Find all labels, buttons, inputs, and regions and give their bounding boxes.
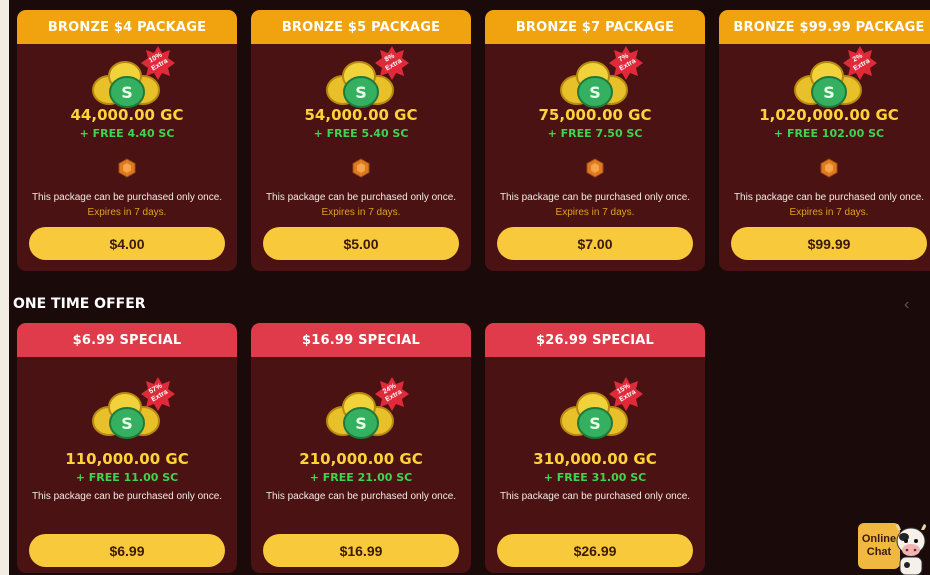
coin-pile-icon: S 24% Extra <box>321 377 409 441</box>
expiry-note: Expires in 7 days. <box>789 207 869 218</box>
package-card: BRONZE $7 PACKAGE S 7% Extra 75,000.00 GC… <box>485 10 705 271</box>
sweeps-coins-bonus: + FREE 5.40 SC <box>313 127 409 140</box>
bronze-packages-row: BRONZE $4 PACKAGE S 10% Extra 44,000.00 G… <box>17 10 930 271</box>
bronze-gem-icon <box>118 158 136 178</box>
gold-coins-amount: 75,000.00 GC <box>538 106 652 124</box>
purchase-limit-note: This package can be purchased only once. <box>265 192 457 203</box>
package-title: BRONZE $4 PACKAGE <box>17 10 237 44</box>
gold-coins-amount: 44,000.00 GC <box>70 106 184 124</box>
gold-coins-amount: 310,000.00 GC <box>533 450 657 468</box>
expiry-note: Expires in 7 days. <box>321 207 401 218</box>
left-edge-strip <box>0 0 9 575</box>
offer-card: $6.99 SPECIAL S 57% Extra 110,000.00 GC +… <box>17 323 237 573</box>
gold-coins-amount: 54,000.00 GC <box>304 106 418 124</box>
svg-text:S: S <box>589 83 601 102</box>
coin-pile-icon: S 8% Extra <box>321 46 409 110</box>
purchase-limit-note: This package can be purchased only once. <box>499 491 691 502</box>
buy-button[interactable]: $26.99 <box>497 534 693 567</box>
coin-pile-icon: S 7% Extra <box>555 46 643 110</box>
online-chat-widget[interactable]: Online Chat <box>858 523 930 575</box>
package-title: BRONZE $99.99 PACKAGE <box>719 10 930 44</box>
cow-mascot-icon <box>896 524 926 575</box>
svg-text:S: S <box>823 83 835 102</box>
chat-label-line2: Chat <box>866 546 892 558</box>
offer-title: $6.99 SPECIAL <box>17 323 237 357</box>
gold-coins-amount: 210,000.00 GC <box>299 450 423 468</box>
chat-label-line1: Online <box>861 533 897 545</box>
buy-button[interactable]: $7.00 <box>497 227 693 260</box>
coin-pile-icon: S 10% Extra <box>87 46 175 110</box>
bronze-gem-icon <box>820 158 838 178</box>
one-time-offer-row: $6.99 SPECIAL S 57% Extra 110,000.00 GC +… <box>17 323 705 573</box>
offer-title: $26.99 SPECIAL <box>485 323 705 357</box>
section-title: ONE TIME OFFER <box>13 296 146 312</box>
buy-button[interactable]: $99.99 <box>731 227 927 260</box>
buy-button[interactable]: $16.99 <box>263 534 459 567</box>
sweeps-coins-bonus: + FREE 11.00 SC <box>75 471 179 484</box>
gold-coins-amount: 110,000.00 GC <box>65 450 189 468</box>
package-title: BRONZE $7 PACKAGE <box>485 10 705 44</box>
svg-text:S: S <box>121 414 133 433</box>
coin-pile-icon: S 2% Extra <box>789 46 877 110</box>
svg-text:S: S <box>589 414 601 433</box>
svg-text:S: S <box>121 83 133 102</box>
offer-card: $16.99 SPECIAL S 24% Extra 210,000.00 GC … <box>251 323 471 573</box>
gold-coins-amount: 1,020,000.00 GC <box>759 106 899 124</box>
svg-text:S: S <box>355 414 367 433</box>
bronze-gem-icon <box>586 158 604 178</box>
package-card: BRONZE $5 PACKAGE S 8% Extra 54,000.00 GC… <box>251 10 471 271</box>
sweeps-coins-bonus: + FREE 4.40 SC <box>79 127 175 140</box>
package-card: BRONZE $4 PACKAGE S 10% Extra 44,000.00 G… <box>17 10 237 271</box>
svg-text:S: S <box>355 83 367 102</box>
purchase-limit-note: This package can be purchased only once. <box>31 491 223 502</box>
coin-pile-icon: S 57% Extra <box>87 377 175 441</box>
package-title: BRONZE $5 PACKAGE <box>251 10 471 44</box>
purchase-limit-note: This package can be purchased only once. <box>265 491 457 502</box>
sweeps-coins-bonus: + FREE 7.50 SC <box>547 127 643 140</box>
sweeps-coins-bonus: + FREE 31.00 SC <box>543 471 647 484</box>
package-card: BRONZE $99.99 PACKAGE S 2% Extra 1,020,00… <box>719 10 930 271</box>
purchase-limit-note: This package can be purchased only once. <box>733 192 925 203</box>
bronze-gem-icon <box>352 158 370 178</box>
chevron-left-icon[interactable]: ‹ <box>904 296 909 314</box>
buy-button[interactable]: $5.00 <box>263 227 459 260</box>
buy-button[interactable]: $4.00 <box>29 227 225 260</box>
coin-pile-icon: S 15% Extra <box>555 377 643 441</box>
expiry-note: Expires in 7 days. <box>87 207 167 218</box>
purchase-limit-note: This package can be purchased only once. <box>499 192 691 203</box>
offer-title: $16.99 SPECIAL <box>251 323 471 357</box>
purchase-limit-note: This package can be purchased only once. <box>31 192 223 203</box>
sweeps-coins-bonus: + FREE 21.00 SC <box>309 471 413 484</box>
offer-card: $26.99 SPECIAL S 15% Extra 310,000.00 GC … <box>485 323 705 573</box>
sweeps-coins-bonus: + FREE 102.00 SC <box>773 127 885 140</box>
expiry-note: Expires in 7 days. <box>555 207 635 218</box>
buy-button[interactable]: $6.99 <box>29 534 225 567</box>
